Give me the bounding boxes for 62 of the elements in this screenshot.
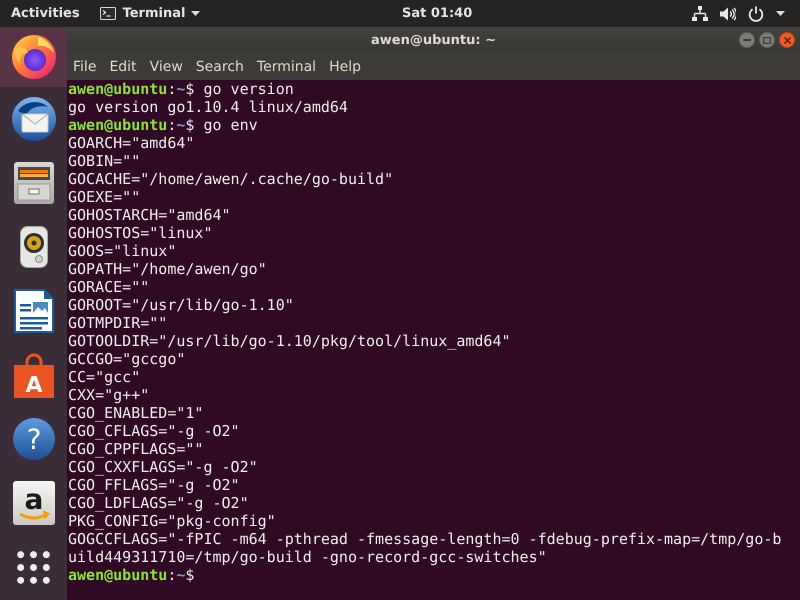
terminal-line: GOBIN="" bbox=[68, 152, 140, 170]
flame-globe-icon bbox=[12, 35, 56, 79]
dock-button[interactable]: a bbox=[0, 471, 67, 535]
terminal-line: CGO_CXXFLAGS="-g -O2" bbox=[68, 458, 258, 476]
terminal-line: GOARCH="amd64" bbox=[68, 134, 194, 152]
prompt-line: awen@ubuntu:~$ bbox=[68, 566, 194, 584]
terminal-line: go version go1.10.4 linux/amd64 bbox=[68, 98, 348, 116]
terminal-line: GCCGO="gccgo" bbox=[68, 350, 186, 368]
file-cabinet-icon bbox=[14, 162, 54, 204]
window-title: awen@ubuntu: ~ bbox=[370, 32, 496, 48]
terminal-icon bbox=[100, 7, 116, 20]
terminal-line: GOROOT="/usr/lib/go-1.10" bbox=[68, 296, 294, 314]
close-icon bbox=[784, 36, 790, 44]
menu-item[interactable]: Terminal bbox=[256, 58, 318, 74]
prompt-line: awen@ubuntu:~$ go version bbox=[68, 80, 294, 98]
dock-button[interactable]: ? bbox=[0, 407, 67, 471]
terminal-line: GOHOSTARCH="amd64" bbox=[68, 206, 231, 224]
maximize-button[interactable] bbox=[759, 32, 775, 48]
dock-button[interactable] bbox=[0, 27, 67, 87]
terminal-line: GOTMPDIR="" bbox=[68, 314, 168, 332]
volume-icon bbox=[720, 6, 736, 20]
menu-item[interactable]: Edit bbox=[108, 58, 138, 74]
terminal-line: PKG_CONFIG="pkg-config" bbox=[68, 512, 276, 530]
terminal-line: CXX="g++" bbox=[68, 386, 150, 404]
power-icon bbox=[748, 6, 764, 22]
prompt-line: awen@ubuntu:~$ go env bbox=[68, 116, 258, 134]
activities-button[interactable]: Activities bbox=[11, 6, 80, 21]
caret-icon bbox=[191, 11, 200, 16]
terminal-line: CGO_CPPFLAGS="" bbox=[68, 440, 204, 458]
terminal-line: GOOS="linux" bbox=[68, 242, 176, 260]
terminal-line: GOCACHE="/home/awen/.cache/go-build" bbox=[68, 170, 394, 188]
letter-tile-icon: a bbox=[12, 481, 54, 525]
network-icon bbox=[692, 6, 708, 21]
terminal-line: CGO_ENABLED="1" bbox=[68, 404, 204, 422]
menu-item[interactable]: Help bbox=[328, 58, 362, 74]
terminal-line: GOGCCFLAGS="-fPIC -m64 -pthread -fmessage-length=0 -fdebug-prefix-map=/tmp/go-build449311710=/tmp/go-build -gno-record-gcc-switches" bbox=[68, 530, 782, 566]
minimize-icon bbox=[743, 39, 751, 41]
app-grid-icon bbox=[17, 550, 50, 584]
system-menu[interactable] bbox=[692, 6, 785, 22]
app-menu[interactable]: Terminal bbox=[100, 6, 200, 21]
terminal-line: GOHOSTOS="linux" bbox=[68, 224, 212, 242]
document-icon bbox=[14, 289, 54, 333]
terminal-line: GOTOOLDIR="/usr/lib/go-1.10/pkg/tool/linux_amd64" bbox=[68, 332, 511, 350]
speaker-icon bbox=[20, 226, 48, 268]
terminal-line: CC="gcc" bbox=[68, 368, 140, 386]
terminal-line: GOPATH="/home/awen/go" bbox=[68, 260, 267, 278]
minimize-button[interactable] bbox=[739, 32, 755, 48]
caret-icon bbox=[776, 11, 785, 16]
help-icon: ? bbox=[12, 418, 54, 460]
dock-button[interactable]: A bbox=[0, 343, 67, 407]
clock-button[interactable]: Sat 01:40 bbox=[402, 6, 472, 21]
close-button[interactable] bbox=[779, 32, 795, 48]
terminal-line: CGO_CFLAGS="-g -O2" bbox=[68, 422, 240, 440]
menu-item[interactable]: File bbox=[72, 58, 98, 74]
mail-icon bbox=[12, 97, 56, 141]
terminal-line: GOEXE="" bbox=[68, 188, 140, 206]
terminal-line: CGO_FFLAGS="-g -O2" bbox=[68, 476, 240, 494]
menu-item[interactable]: Search bbox=[194, 58, 245, 74]
maximize-icon bbox=[763, 36, 771, 44]
menu-item[interactable]: View bbox=[148, 58, 184, 74]
terminal-line: GORACE="" bbox=[68, 278, 150, 296]
terminal-line: CGO_LDFLAGS="-g -O2" bbox=[68, 494, 249, 512]
